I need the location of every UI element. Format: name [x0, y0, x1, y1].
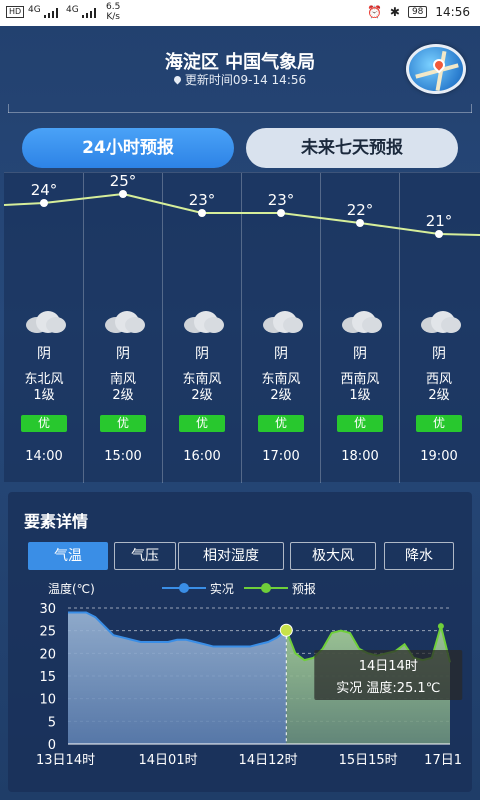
hourly-condition: 阴 — [116, 346, 130, 362]
hourly-time: 14:00 — [25, 449, 63, 464]
tooltip-title: 14日14时 — [359, 659, 418, 674]
hourly-time: 15:00 — [104, 449, 142, 464]
temp-point — [356, 219, 364, 227]
hourly-wind: 东北风 1级 — [24, 372, 64, 403]
cloudy-icon — [342, 311, 382, 333]
battery-icon: 98 — [407, 6, 428, 18]
tooltip-value: 实况 温度:25.1℃ — [336, 680, 440, 696]
y-axis-label: 温度(℃) — [48, 582, 95, 596]
y-tick-label: 30 — [39, 602, 56, 617]
hourly-condition: 阴 — [37, 346, 51, 362]
hourly-wind: 南风 2级 — [109, 372, 136, 403]
tab-7-day[interactable]: 未来七天预报 — [246, 128, 458, 168]
temp-point — [119, 190, 127, 198]
location-pin-icon — [172, 74, 183, 85]
temp-point — [40, 199, 48, 207]
hd-badge: HD — [6, 6, 25, 18]
legend-forecast: 预报 — [244, 580, 316, 597]
sim1-label: 4G — [28, 5, 41, 15]
cloudy-icon — [26, 311, 66, 333]
alarm-icon: ⏰ — [366, 5, 382, 19]
hourly-time: 17:00 — [262, 449, 300, 464]
aqi-badge: 优 — [21, 415, 67, 432]
hourly-condition: 阴 — [274, 346, 288, 362]
temp-point — [435, 230, 443, 238]
aqi-badge: 优 — [179, 415, 225, 432]
highlight-point — [279, 623, 293, 637]
cloudy-icon — [263, 311, 303, 333]
signal-strength-icon — [44, 8, 58, 18]
hourly-time: 19:00 — [420, 449, 458, 464]
map-button[interactable] — [406, 44, 466, 94]
temperature-trend-line — [4, 190, 480, 238]
cloudy-icon — [105, 311, 145, 333]
hourly-forecast-panel[interactable]: 24° 阴 东北风 1级 优 14:00 25° 阴 南风 2级 优 15:00 23°… — [4, 172, 480, 483]
element-detail-panel: 要素详情 气温 气压 相对湿度 极大风 降水 温度(℃) 实况 预报 0 5 10 15 20 2… — [8, 492, 472, 792]
bluetooth-icon: ✱ — [389, 5, 400, 19]
sim2-label: 4G — [66, 5, 79, 15]
hourly-time: 16:00 — [183, 449, 221, 464]
y-tick-label: 5 — [48, 715, 56, 730]
series-area — [68, 612, 287, 744]
x-tick-label: 14日01时 — [139, 753, 198, 768]
temperature-chart[interactable]: 0 5 10 15 20 25 30 13日14时 14日01时 14日12时 15日15时 17日1… — [8, 600, 472, 772]
x-tick-label: 15日15时 — [339, 753, 398, 768]
y-tick-label: 25 — [39, 625, 56, 640]
tab-24-hour[interactable]: 24小时预报 — [22, 128, 234, 168]
header-divider — [8, 104, 472, 113]
hourly-condition: 阴 — [432, 346, 446, 362]
y-tick-label: 0 — [48, 738, 56, 753]
element-tab[interactable]: 气压 — [114, 542, 176, 570]
element-tab[interactable]: 降水 — [384, 542, 454, 570]
hourly-wind: 西南风 1级 — [340, 372, 380, 403]
detail-title: 要素详情 — [24, 512, 89, 531]
legend-actual: 实况 — [162, 580, 234, 597]
x-tick-label: 13日14时 — [36, 753, 95, 768]
chart-tooltip: 14日14时实况 温度:25.1℃ — [314, 650, 463, 700]
hourly-time: 18:00 — [341, 449, 379, 464]
hourly-wind: 东南风 2级 — [261, 372, 301, 403]
forecast-point — [437, 623, 444, 630]
temp-point — [277, 209, 285, 217]
hourly-condition: 阴 — [353, 346, 367, 362]
hourly-wind: 东南风 2级 — [182, 372, 222, 403]
element-tab[interactable]: 相对湿度 — [178, 542, 284, 570]
aqi-badge: 优 — [416, 415, 462, 432]
y-tick-label: 20 — [39, 647, 56, 662]
x-tick-label: 14日12时 — [239, 753, 298, 768]
status-bar: HD 4G 4G 6.5 K/s ⏰ ✱ 98 14:56 — [0, 0, 480, 26]
element-tab[interactable]: 极大风 — [290, 542, 376, 570]
x-tick-label: 17日1 — [424, 753, 462, 768]
y-tick-label: 10 — [39, 693, 56, 708]
aqi-badge: 优 — [337, 415, 383, 432]
temp-point — [198, 209, 206, 217]
aqi-badge: 优 — [100, 415, 146, 432]
hourly-wind: 西风 2级 — [425, 372, 452, 403]
hourly-condition: 阴 — [195, 346, 209, 362]
signal-strength-2-icon — [82, 8, 96, 18]
header: 海淀区 中国气象局 更新时间09-14 14:56 — [0, 26, 480, 116]
clock: 14:56 — [435, 5, 470, 19]
element-tab[interactable]: 气温 — [28, 542, 108, 570]
y-tick-label: 15 — [39, 670, 56, 685]
cloudy-icon — [184, 311, 224, 333]
cloudy-icon — [421, 311, 461, 333]
network-speed: 6.5 K/s — [106, 2, 121, 22]
aqi-badge: 优 — [258, 415, 304, 432]
